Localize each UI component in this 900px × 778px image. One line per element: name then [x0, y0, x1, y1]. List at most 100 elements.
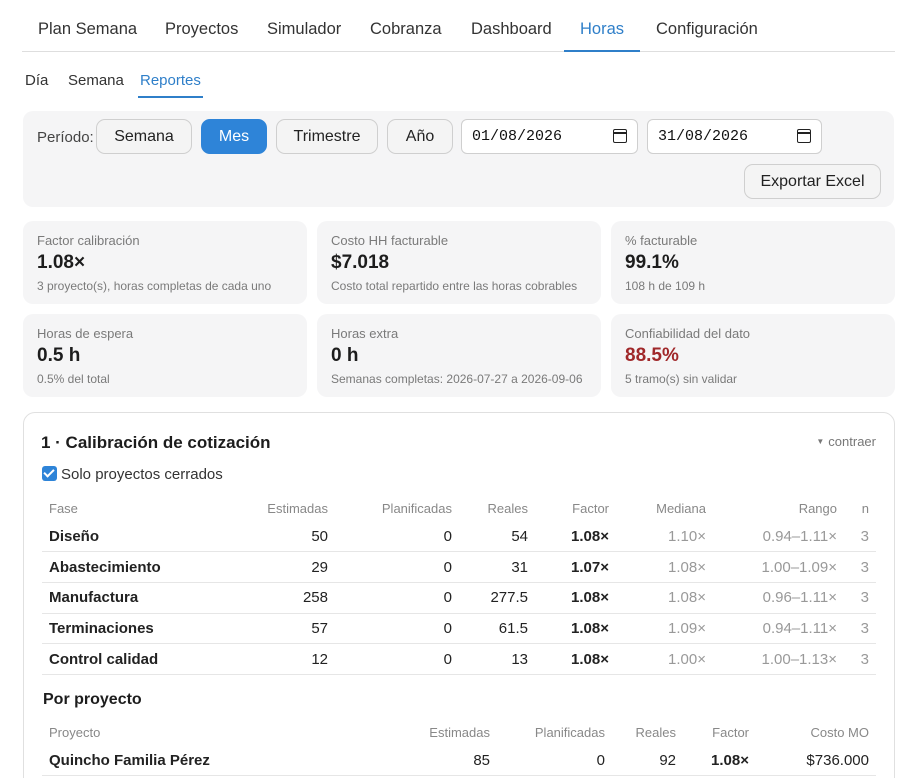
subtab-dia[interactable]: Día [23, 64, 50, 98]
kpi-value: 99.1% [625, 252, 679, 273]
date-from-input[interactable]: 01/08/2026 [461, 119, 638, 154]
table-row: Abastecimiento 29 0 31 1.07× 1.08× 1.00–1.09× 3 [42, 551, 876, 583]
column-header: Estimadas [429, 724, 490, 740]
kpi-title: Factor calibración [37, 233, 140, 248]
column-header: Estimadas [267, 500, 328, 516]
table-cell: 0 [335, 613, 459, 645]
kpi-title: Horas extra [331, 326, 399, 341]
table-row: Quincho Familia Pérez 85 0 92 1.08× $736.000 [42, 745, 876, 777]
table-row: Manufactura 258 0 277.5 1.08× 1.08× 0.96–1.11×… [42, 582, 876, 614]
table-row: Diseño 50 0 54 1.08× 1.10× 0.94–1.11× 3 [42, 521, 876, 553]
kpi-card-costo-hh: Costo HH facturable $7.018 Costo total r… [317, 221, 601, 304]
table-cell: Control calidad [42, 643, 232, 675]
table-cell: 0 [335, 551, 459, 583]
kpi-card-confiabilidad: Confiabilidad del dato 88.5% 5 tramo(s) … [611, 314, 895, 397]
table-cell: 0 [335, 521, 459, 553]
period-filter-bar: Período: Semana Mes Trimestre Año 01/08/… [23, 111, 894, 207]
column-header: Reales [487, 500, 528, 516]
column-header: Planificadas [534, 724, 605, 740]
column-header: Planificadas [381, 500, 452, 516]
section-title: Por proyecto [43, 691, 142, 708]
table-cell: 1.08× [616, 551, 713, 583]
kpi-title: Confiabilidad del dato [625, 326, 751, 341]
tab-dashboard[interactable]: Dashboard [455, 12, 568, 52]
period-label: Período: [37, 129, 94, 146]
collapse-toggle[interactable]: ▼ contraer [816, 434, 876, 449]
table-cell: 277.5 [459, 582, 535, 614]
period-mes-button[interactable]: Mes [201, 119, 267, 154]
kpi-subtitle: 0.5% del total [37, 372, 110, 386]
table-cell: 0 [335, 643, 459, 675]
main-nav: Plan Semana Proyectos Simulador Cobranza… [22, 0, 895, 52]
kpi-value: 88.5% [625, 345, 679, 366]
kpi-subtitle: 5 tramo(s) sin validar [625, 372, 738, 386]
tab-horas[interactable]: Horas [564, 12, 641, 52]
triangle-down-icon: ▼ [816, 437, 825, 446]
export-excel-button[interactable]: Exportar Excel [744, 164, 881, 199]
column-header: Costo MO [810, 724, 869, 740]
tab-plan-semana[interactable]: Plan Semana [22, 12, 153, 52]
table-header-row: Proyecto Estimadas Planificadas Reales Facto… [42, 719, 876, 745]
table-cell: 61.5 [459, 613, 535, 645]
calibration-panel: 1 · Calibración de cotización ▼ contraer … [23, 412, 895, 778]
table-header-row: Fase Estimadas Planificadas Reales Factor Med… [42, 495, 876, 521]
project-table: Proyecto Estimadas Planificadas Reales Facto… [42, 719, 876, 777]
checkbox-label: Solo proyectos cerrados [61, 466, 223, 483]
kpi-card-facturable: % facturable 99.1% 108 h de 109 h [611, 221, 895, 304]
column-header: Proyecto [49, 724, 101, 740]
table-cell: 92 [612, 745, 683, 777]
calendar-icon[interactable] [797, 129, 811, 143]
table-cell: 0.94–1.11× [713, 521, 844, 553]
kpi-card-extra: Horas extra 0 h Semanas completas: 2026-… [317, 314, 601, 397]
checkbox-checked-icon[interactable] [42, 466, 57, 481]
kpi-card-factor: Factor calibración 1.08× 3 proyecto(s), … [23, 221, 307, 304]
closed-projects-checkbox[interactable]: Solo proyectos cerrados [42, 466, 223, 483]
tab-simulador[interactable]: Simulador [251, 12, 357, 52]
subtab-reportes[interactable]: Reportes [138, 64, 203, 98]
table-cell: $736.000 [756, 745, 876, 777]
kpi-subtitle: 3 proyecto(s), horas completas de cada u… [37, 279, 272, 293]
table-cell: 0 [497, 745, 612, 777]
tab-configuracion[interactable]: Configuración [640, 12, 774, 52]
kpi-subtitle: Semanas completas: 2026-07-27 a 2026-09-… [331, 372, 583, 386]
table-cell: 0.94–1.11× [713, 613, 844, 645]
column-header: Mediana [656, 500, 706, 516]
column-header: Rango [798, 500, 837, 516]
column-header: Fase [49, 500, 78, 516]
table-cell: 85 [382, 745, 497, 777]
table-cell: 1.00–1.13× [713, 643, 844, 675]
subtab-semana[interactable]: Semana [66, 64, 126, 98]
table-cell: 1.00–1.09× [713, 551, 844, 583]
period-semana-button[interactable]: Semana [96, 119, 192, 154]
table-cell: Terminaciones [42, 613, 232, 645]
table-cell: 50 [232, 521, 335, 553]
column-header: n [861, 500, 869, 516]
table-cell: 13 [459, 643, 535, 675]
date-to-input[interactable]: 31/08/2026 [647, 119, 822, 154]
date-from-value: 01/08/2026 [472, 128, 563, 145]
table-cell: 1.10× [616, 521, 713, 553]
kpi-card-espera: Horas de espera 0.5 h 0.5% del total [23, 314, 307, 397]
table-cell: Abastecimiento [42, 551, 232, 583]
table-cell: 1.08× [683, 745, 756, 777]
table-row: Control calidad 12 0 13 1.08× 1.00× 1.00–1.13×… [42, 643, 876, 675]
period-ano-button[interactable]: Año [387, 119, 453, 154]
table-cell: 1.08× [535, 643, 616, 675]
kpi-value: $7.018 [331, 252, 390, 273]
table-cell: 1.09× [616, 613, 713, 645]
kpi-title: Costo HH facturable [331, 233, 449, 248]
table-cell: 0.96–1.11× [713, 582, 844, 614]
table-cell: 3 [844, 582, 876, 614]
period-trimestre-button[interactable]: Trimestre [276, 119, 378, 154]
phase-table: Fase Estimadas Planificadas Reales Factor Med… [42, 495, 876, 675]
kpi-title: Horas de espera [37, 326, 134, 341]
table-cell: 0 [335, 582, 459, 614]
tab-cobranza[interactable]: Cobranza [354, 12, 458, 52]
table-cell: 258 [232, 582, 335, 614]
table-cell: 1.07× [535, 551, 616, 583]
column-header: Factor [572, 500, 609, 516]
calendar-icon[interactable] [613, 129, 627, 143]
tab-proyectos[interactable]: Proyectos [149, 12, 254, 52]
column-header: Factor [712, 724, 749, 740]
table-cell: 12 [232, 643, 335, 675]
